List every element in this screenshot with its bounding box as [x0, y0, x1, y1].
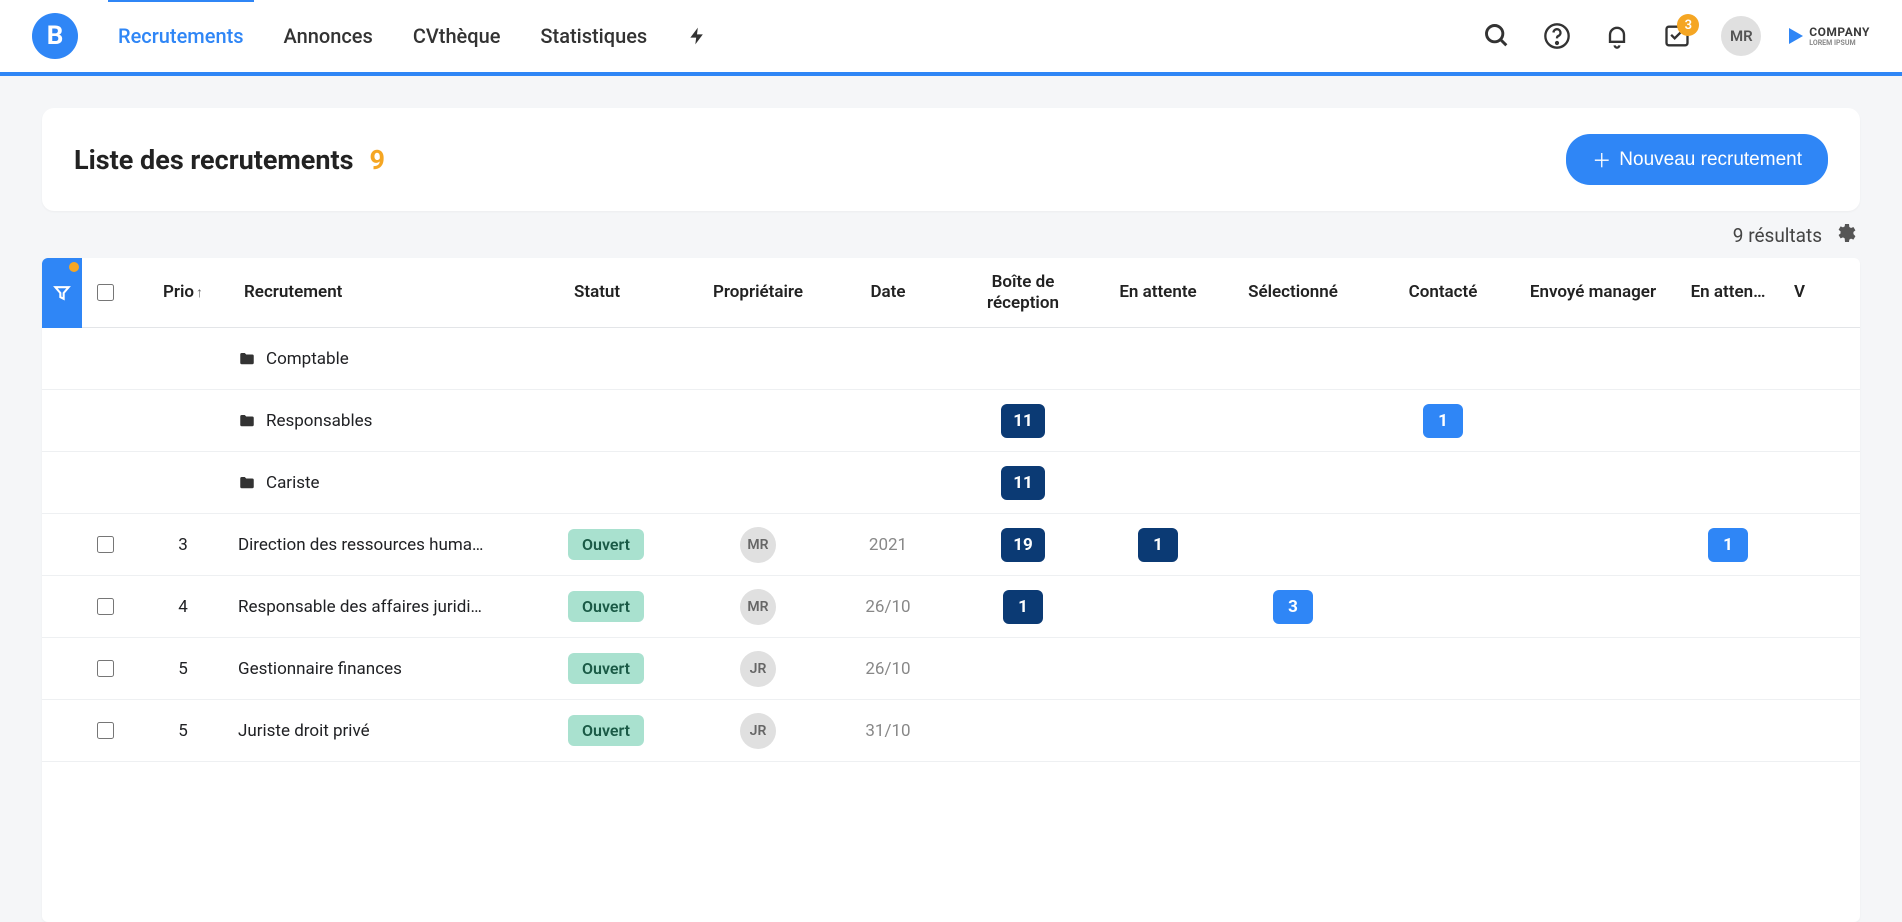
- table-row[interactable]: 5Juriste droit privé Ouvert JR 31/10: [42, 700, 1860, 762]
- filter-active-indicator: [69, 262, 79, 272]
- page-count: 9: [370, 144, 386, 176]
- recruitment-name: Direction des ressources huma…: [238, 535, 483, 555]
- table-row[interactable]: 5Gestionnaire finances Ouvert JR 26/10: [42, 638, 1860, 700]
- row-checkbox[interactable]: [97, 660, 114, 677]
- row-checkbox[interactable]: [97, 536, 114, 553]
- col-v[interactable]: V: [1788, 282, 1818, 302]
- row-date: 31/10: [828, 721, 948, 741]
- table-row[interactable]: 4Responsable des affaires juridi… Ouvert M…: [42, 576, 1860, 638]
- app-logo[interactable]: B: [32, 13, 78, 59]
- col-statut[interactable]: Statut: [568, 282, 688, 302]
- count-pill[interactable]: 11: [1001, 404, 1045, 438]
- company-logo[interactable]: COMPANY LOREM IPSUM: [1789, 25, 1870, 47]
- recruitment-name: Responsable des affaires juridi…: [238, 597, 482, 617]
- col-attente2[interactable]: En atten…: [1668, 282, 1788, 302]
- table-row[interactable]: Responsables111: [42, 390, 1860, 452]
- folder-name: Responsables: [266, 411, 372, 431]
- row-prio: 3: [128, 535, 238, 555]
- owner-avatar[interactable]: MR: [740, 527, 776, 563]
- new-recruitment-button[interactable]: ＋ Nouveau recrutement: [1566, 134, 1828, 185]
- table-row[interactable]: Comptable: [42, 328, 1860, 390]
- col-recrutement[interactable]: Recrutement: [238, 282, 568, 302]
- help-icon[interactable]: [1541, 20, 1573, 52]
- row-date: 2021: [828, 535, 948, 555]
- nav-recrutements[interactable]: Recrutements: [118, 0, 244, 72]
- col-envoye[interactable]: Envoyé manager: [1518, 282, 1668, 302]
- nav-statistiques[interactable]: Statistiques: [540, 0, 647, 72]
- col-boite[interactable]: Boîte de réception: [948, 272, 1098, 313]
- status-badge: Ouvert: [568, 715, 644, 746]
- new-button-label: Nouveau recrutement: [1619, 149, 1802, 171]
- table-header-row: Prio↑ Recrutement Statut Propriétaire Da…: [42, 258, 1860, 328]
- count-pill[interactable]: 1: [1003, 590, 1043, 624]
- count-pill[interactable]: 19: [1001, 528, 1045, 562]
- col-contacte[interactable]: Contacté: [1368, 282, 1518, 302]
- count-pill[interactable]: 3: [1273, 590, 1313, 624]
- recruitment-name: Juriste droit privé: [238, 721, 370, 741]
- owner-avatar[interactable]: MR: [740, 589, 776, 625]
- gear-icon[interactable]: [1834, 221, 1858, 250]
- page-header: Liste des recrutements 9 ＋ Nouveau recru…: [42, 108, 1860, 211]
- main-nav: Recrutements Annonces CVthèque Statistiq…: [118, 0, 707, 72]
- page-title: Liste des recrutements: [74, 144, 354, 176]
- recruitment-name: Gestionnaire finances: [238, 659, 402, 679]
- count-pill[interactable]: 1: [1708, 528, 1748, 562]
- company-tagline: LOREM IPSUM: [1809, 39, 1870, 47]
- col-selectionne[interactable]: Sélectionné: [1218, 282, 1368, 302]
- status-badge: Ouvert: [568, 591, 644, 622]
- plus-icon: ＋: [1592, 146, 1611, 173]
- topbar: B Recrutements Annonces CVthèque Statist…: [0, 0, 1902, 76]
- count-pill[interactable]: 1: [1423, 404, 1463, 438]
- search-icon[interactable]: [1481, 20, 1513, 52]
- row-prio: 5: [128, 659, 238, 679]
- status-badge: Ouvert: [568, 653, 644, 684]
- bell-icon[interactable]: [1601, 20, 1633, 52]
- col-date[interactable]: Date: [828, 282, 948, 302]
- row-prio: 5: [128, 721, 238, 741]
- notif-badge: 3: [1677, 14, 1699, 36]
- folder-name: Comptable: [266, 349, 349, 369]
- status-badge: Ouvert: [568, 529, 644, 560]
- count-pill[interactable]: 11: [1001, 466, 1045, 500]
- col-proprietaire[interactable]: Propriétaire: [688, 282, 828, 302]
- row-date: 26/10: [828, 659, 948, 679]
- results-bar: 9 résultats: [42, 211, 1860, 258]
- folder-name: Cariste: [266, 473, 320, 493]
- col-prio[interactable]: Prio↑: [128, 282, 238, 302]
- filter-button[interactable]: [42, 258, 82, 328]
- lightning-icon[interactable]: [687, 24, 707, 48]
- owner-avatar[interactable]: JR: [740, 651, 776, 687]
- row-checkbox[interactable]: [97, 598, 114, 615]
- inbox-icon[interactable]: 3: [1661, 20, 1693, 52]
- recruitments-table: Prio↑ Recrutement Statut Propriétaire Da…: [42, 258, 1860, 922]
- user-avatar[interactable]: MR: [1721, 16, 1761, 56]
- topbar-right: 3 MR COMPANY LOREM IPSUM: [1481, 16, 1870, 56]
- table-row[interactable]: Cariste 11: [42, 452, 1860, 514]
- nav-annonces[interactable]: Annonces: [284, 0, 373, 72]
- row-checkbox[interactable]: [97, 722, 114, 739]
- owner-avatar[interactable]: JR: [740, 713, 776, 749]
- row-prio: 4: [128, 597, 238, 617]
- col-attente[interactable]: En attente: [1098, 282, 1218, 302]
- results-count: 9 résultats: [1733, 224, 1822, 247]
- company-name: COMPANY: [1809, 25, 1870, 39]
- select-all-checkbox[interactable]: [97, 284, 114, 301]
- row-date: 26/10: [828, 597, 948, 617]
- nav-cvtheque[interactable]: CVthèque: [413, 0, 501, 72]
- sort-asc-icon: ↑: [196, 285, 203, 301]
- count-pill[interactable]: 1: [1138, 528, 1178, 562]
- table-row[interactable]: 3Direction des ressources huma… Ouvert MR 2…: [42, 514, 1860, 576]
